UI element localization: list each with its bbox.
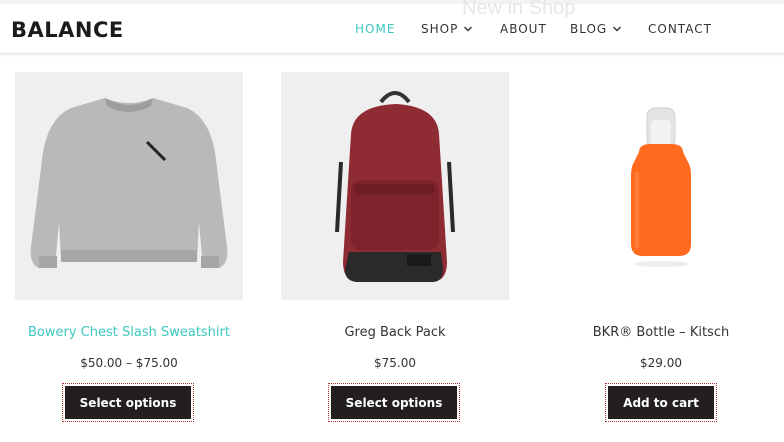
main-nav: HOME SHOP ABOUT BLOG CONTACT (0, 22, 784, 38)
select-options-button[interactable]: Select options (65, 386, 191, 419)
nav-item-about[interactable]: ABOUT (500, 22, 547, 36)
nav-item-home[interactable]: HOME (355, 22, 395, 36)
bottle-image (547, 72, 775, 300)
sweatshirt-image (15, 72, 243, 300)
backpack-image (281, 72, 509, 300)
nav-item-label: HOME (355, 22, 396, 36)
product-card: Greg Back Pack $75.00 Select options (281, 72, 509, 432)
product-price: $50.00 – $75.00 (80, 356, 178, 370)
product-card: Bowery Chest Slash Sweatshirt $50.00 – $… (15, 72, 243, 432)
product-image[interactable] (15, 72, 243, 300)
nav-item-contact[interactable]: CONTACT (648, 22, 712, 36)
product-card: BKR® Bottle – Kitsch $29.00 Add to cart (547, 72, 775, 432)
button-focus-ring: Select options (62, 383, 194, 422)
select-options-button[interactable]: Select options (331, 386, 457, 419)
nav-item-shop[interactable]: SHOP (421, 22, 473, 36)
section-heading: New in Shop (462, 0, 576, 19)
nav-item-label: SHOP (421, 22, 459, 36)
site-header: BALANCE HOME SHOP ABOUT BLOG CONTACT (0, 4, 784, 54)
nav-item-blog[interactable]: BLOG (570, 22, 622, 36)
nav-item-label: BLOG (570, 22, 608, 36)
product-image[interactable] (281, 72, 509, 300)
nav-item-label: CONTACT (648, 22, 712, 36)
add-to-cart-button[interactable]: Add to cart (608, 386, 714, 419)
button-focus-ring: Select options (328, 383, 460, 422)
chevron-down-icon (613, 26, 622, 32)
product-title[interactable]: Greg Back Pack (261, 325, 529, 340)
product-title[interactable]: Bowery Chest Slash Sweatshirt (0, 325, 263, 340)
product-image[interactable] (547, 72, 775, 300)
product-title[interactable]: BKR® Bottle – Kitsch (527, 325, 784, 340)
chevron-down-icon (464, 26, 473, 32)
nav-item-label: ABOUT (500, 22, 547, 36)
product-price: $29.00 (640, 356, 682, 370)
button-focus-ring: Add to cart (605, 383, 717, 422)
product-price: $75.00 (374, 356, 416, 370)
